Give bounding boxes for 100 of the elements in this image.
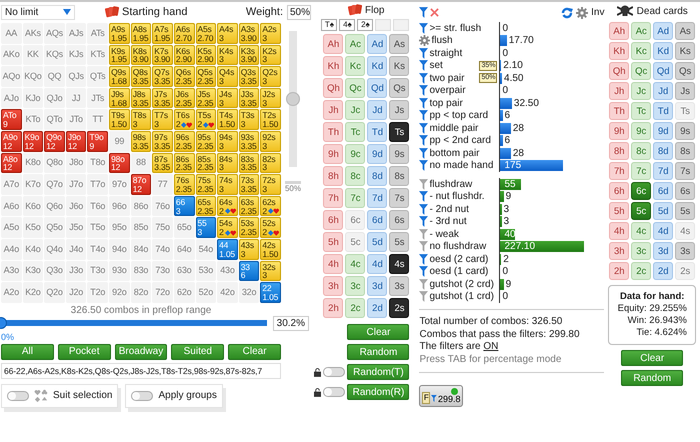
hand-cell[interactable]: 86o: [130, 196, 152, 216]
filter-icon[interactable]: [419, 122, 428, 134]
card-button[interactable]: 2h: [323, 298, 344, 318]
hand-cell[interactable]: K5s 2.90: [196, 44, 216, 66]
card-button[interactable]: 2c: [345, 298, 366, 318]
card-button[interactable]: 8d: [367, 166, 388, 186]
board-card[interactable]: 4♠: [339, 19, 356, 31]
card-button[interactable]: 4c: [345, 254, 366, 274]
hand-cell[interactable]: Q2o: [44, 282, 65, 303]
hand-cell[interactable]: T3s 3: [238, 109, 260, 130]
hand-cell[interactable]: A4o: [1, 238, 22, 260]
hand-cell[interactable]: 42o: [217, 282, 238, 303]
card-button[interactable]: 3c: [345, 276, 366, 296]
card-button[interactable]: Kc: [631, 42, 652, 60]
hand-cell[interactable]: K4o: [22, 238, 44, 260]
hand-cell[interactable]: QJs: [66, 66, 86, 87]
hand-cell[interactable]: KQo: [22, 66, 44, 87]
gear-icon[interactable]: [419, 35, 430, 46]
range-button[interactable]: Pocket: [58, 344, 111, 360]
filter-icon[interactable]: [419, 22, 428, 34]
hand-cell[interactable]: T5s 2: [196, 109, 216, 130]
card-button[interactable]: Tc: [631, 102, 652, 120]
range-button[interactable]: Broadway: [114, 344, 168, 360]
hand-cell[interactable]: 97s 3.35: [152, 130, 173, 152]
hand-cell[interactable]: 62o: [174, 282, 195, 303]
flop-button[interactable]: Random(R): [347, 384, 410, 400]
hand-cell[interactable]: T5o: [87, 217, 108, 238]
hand-cell[interactable]: 75o: [152, 217, 173, 238]
hand-cell[interactable]: Q4o: [44, 238, 65, 260]
card-button[interactable]: Kh: [609, 42, 630, 60]
hand-cell[interactable]: J3s 3.35: [238, 88, 260, 108]
hand-cell[interactable]: ATs: [87, 23, 108, 44]
hand-cell[interactable]: KTo: [22, 109, 44, 130]
hand-cell[interactable]: A7s 1.95: [152, 23, 173, 44]
card-button[interactable]: Td: [653, 102, 674, 120]
hand-cell[interactable]: 73s 3.35: [238, 174, 260, 195]
card-button[interactable]: 7d: [653, 162, 674, 180]
hand-cell[interactable]: 63o: [174, 260, 195, 282]
percent-field[interactable]: 30.2%: [272, 316, 309, 331]
hand-cell[interactable]: 76o: [152, 196, 173, 216]
hand-cell[interactable]: Q7s 3.35: [152, 66, 173, 87]
card-button[interactable]: 8c: [631, 142, 652, 160]
hand-cell[interactable]: J2s 3: [260, 88, 281, 108]
card-button[interactable]: 5c: [631, 202, 652, 220]
dead-button[interactable]: Clear: [621, 350, 684, 366]
hand-cell[interactable]: K3s 3.90: [238, 44, 260, 66]
range-button[interactable]: Suited: [171, 344, 224, 360]
hand-cell[interactable]: 82o: [130, 282, 152, 303]
board-card[interactable]: 2♠: [357, 19, 374, 31]
card-button[interactable]: Qc: [345, 78, 366, 98]
board-card[interactable]: T♠: [321, 19, 338, 31]
card-button[interactable]: Tc: [345, 122, 366, 142]
card-button[interactable]: 8d: [653, 142, 674, 160]
card-button[interactable]: 5d: [367, 232, 388, 252]
hand-cell[interactable]: A3s 3.90: [238, 23, 260, 44]
hand-cell[interactable]: T2o: [87, 282, 108, 303]
hand-cell[interactable]: 98o 12: [109, 152, 130, 174]
hand-cell[interactable]: AA: [1, 23, 22, 44]
hand-cell[interactable]: Q6s 2.35: [174, 66, 195, 87]
hand-cell[interactable]: 84s 3: [217, 152, 238, 174]
filter-icon[interactable]: [419, 178, 428, 190]
hand-cell[interactable]: AKs: [22, 23, 44, 44]
hand-cell[interactable]: J5s 2.35: [196, 88, 216, 108]
hand-cell[interactable]: 75s 2.35: [196, 174, 216, 195]
hand-cell[interactable]: 95o: [109, 217, 130, 238]
hand-cell[interactable]: 54o: [196, 238, 216, 260]
hand-cell[interactable]: 43o: [217, 260, 238, 282]
hand-cell[interactable]: 64s 2: [217, 196, 238, 216]
hand-cell[interactable]: J9o 12: [66, 130, 86, 152]
card-button[interactable]: 5h: [609, 202, 630, 220]
range-field[interactable]: 66-22,A6s-A2s,K8s-K2s,Q8s-Q2s,J8s-J2s,T8s-T2s,98s-92s,87s-82s,7: [1, 362, 281, 379]
card-button[interactable]: Ac: [345, 34, 366, 54]
filter-icon[interactable]: [419, 191, 428, 202]
filter-icon[interactable]: [419, 85, 428, 96]
filter-icon[interactable]: [419, 135, 428, 146]
hand-cell[interactable]: 52s 2: [260, 217, 281, 238]
card-button[interactable]: 3d: [653, 242, 674, 260]
filter-icon[interactable]: [419, 148, 428, 159]
close-icon[interactable]: [430, 8, 440, 17]
hand-cell[interactable]: K2s 3: [260, 44, 281, 66]
hand-cell[interactable]: 76s 2.35: [174, 174, 195, 195]
hand-cell[interactable]: Q8o: [44, 152, 65, 174]
hand-cell[interactable]: A2o: [1, 282, 22, 303]
hand-cell[interactable]: 44 1.05: [217, 238, 238, 260]
hand-cell[interactable]: Q6o: [44, 196, 65, 216]
card-button[interactable]: Qh: [323, 78, 344, 98]
hand-cell[interactable]: 83s 3.35: [238, 152, 260, 174]
card-button[interactable]: 4s: [389, 254, 410, 274]
hand-cell[interactable]: 85s 2.35: [196, 152, 216, 174]
card-button[interactable]: 2d: [367, 298, 388, 318]
hand-cell[interactable]: 93o: [109, 260, 130, 282]
hand-cell[interactable]: JTs: [87, 88, 108, 108]
weight-field[interactable]: 50%: [287, 4, 311, 20]
filter-icon[interactable]: [419, 110, 428, 122]
hand-cell[interactable]: K9o 12: [22, 130, 44, 152]
card-button[interactable]: Ah: [609, 22, 630, 40]
filter-icon[interactable]: [419, 204, 428, 215]
range-button[interactable]: Clear: [228, 344, 281, 360]
filter-icon[interactable]: [419, 60, 428, 72]
toggle-switch[interactable]: [323, 387, 346, 397]
